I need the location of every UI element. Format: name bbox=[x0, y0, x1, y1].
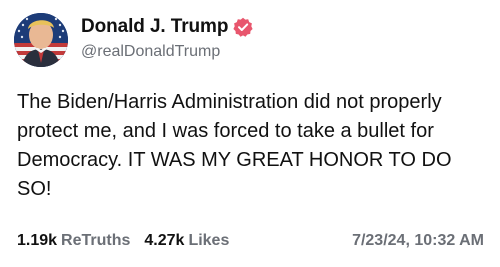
display-name[interactable]: Donald J. Trump bbox=[81, 16, 228, 38]
author-handle[interactable]: @realDonaldTrump bbox=[81, 43, 253, 61]
likes-stat[interactable]: 4.27k Likes bbox=[144, 232, 229, 250]
retruths-count: 1.19k bbox=[17, 232, 58, 249]
post-text: The Biden/Harris Administration did not … bbox=[17, 91, 452, 200]
post-timestamp[interactable]: 7/23/24, 10:32 AM bbox=[352, 232, 484, 250]
post-stats: 1.19k ReTruths 4.27k Likes 7/23/24, 10:3… bbox=[17, 232, 484, 250]
verified-badge-icon bbox=[233, 17, 253, 37]
likes-label: Likes bbox=[188, 232, 230, 249]
truth-post: Donald J. Trump @realDonaldTrump The Bid… bbox=[0, 0, 500, 267]
retruths-stat[interactable]: 1.19k ReTruths bbox=[17, 232, 130, 250]
likes-count: 4.27k bbox=[144, 232, 185, 249]
name-row: Donald J. Trump bbox=[81, 14, 253, 40]
retruths-label: ReTruths bbox=[61, 232, 131, 249]
avatar-portrait-icon bbox=[14, 13, 68, 67]
post-author: Donald J. Trump @realDonaldTrump bbox=[81, 14, 253, 61]
avatar[interactable] bbox=[14, 13, 68, 67]
